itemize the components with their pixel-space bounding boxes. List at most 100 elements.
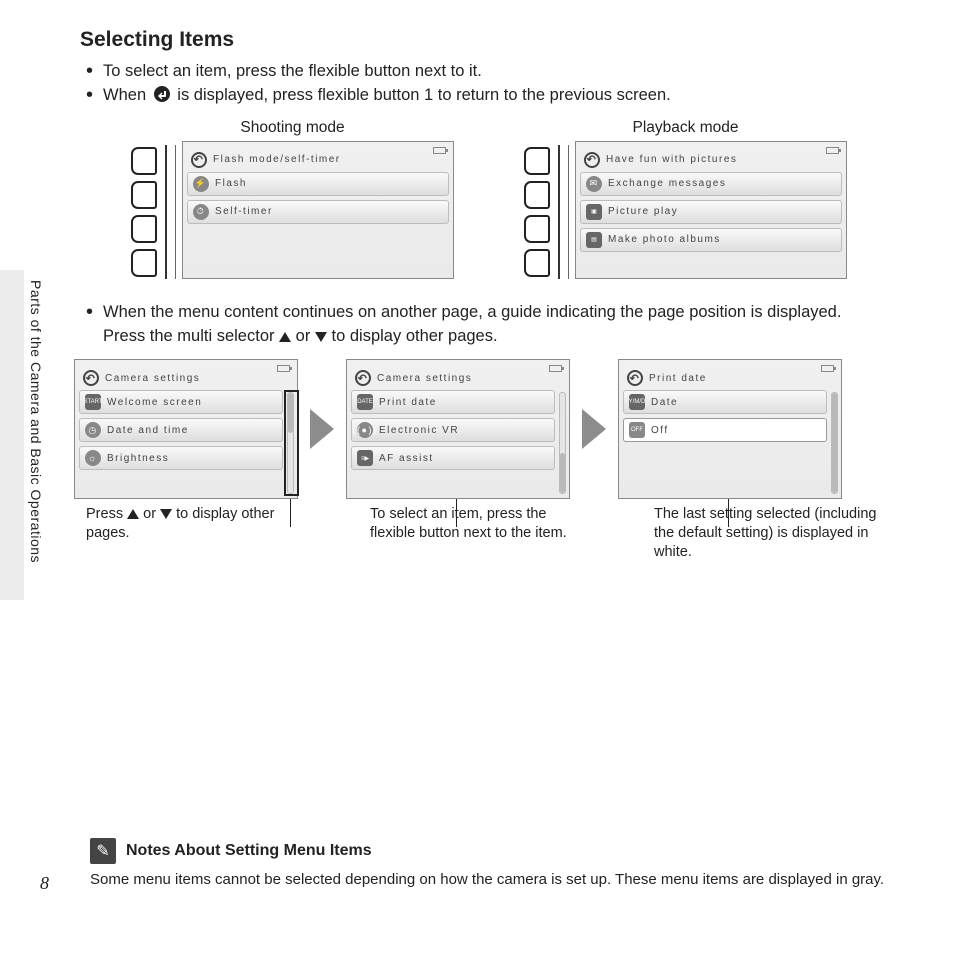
callout-line [290,499,291,527]
bullet-text-part: or [296,327,315,345]
bullet-item: When is displayed, press flexible button… [80,84,898,106]
battery-icon [826,147,839,154]
album-icon: ▤ [586,232,602,248]
ymd-icon: Y/M/D [629,394,645,410]
flexible-button-2[interactable] [524,181,550,209]
menu-item-date-time[interactable]: ◷ Date and time [79,418,283,442]
menu-header-text: Flash mode/self-timer [213,154,341,165]
page-title: Selecting Items [80,28,898,52]
caption-2: To select an item, press the flexible bu… [370,505,594,562]
menu-item-label: Print date [379,397,437,408]
picture-icon: ▣ [586,204,602,220]
lcd-screen-playback: ↶ Have fun with pictures ✉ Exchange mess… [575,141,847,279]
back-icon[interactable]: ↶ [584,152,600,168]
lcd-screen-settings-3: ↶ Print date Y/M/D Date OFF Off [618,359,842,499]
bullet-item: To select an item, press the flexible bu… [80,60,898,82]
camera-edge [175,145,176,279]
menu-item-label: Self-timer [215,206,273,217]
back-icon[interactable]: ↶ [83,370,99,386]
menu-item-self-timer[interactable]: ⏱ Self-timer [187,200,449,224]
camera-edge [558,145,560,279]
battery-icon [433,147,446,154]
menu-item-af-assist[interactable]: ≡▶ AF assist [351,446,555,470]
menu-item-picture-play[interactable]: ▣ Picture play [580,200,842,224]
caption-3: The last setting selected (including the… [654,505,878,562]
flexible-buttons-left [524,141,550,277]
down-arrow-icon [160,509,172,519]
menu-item-date[interactable]: Y/M/D Date [623,390,827,414]
camera-edge [568,145,569,279]
camera-edge [165,145,167,279]
timer-icon: ⏱ [193,204,209,220]
vr-icon: ((●)) [357,422,373,438]
back-icon[interactable]: ↶ [191,152,207,168]
menu-item-label: Picture play [608,206,678,217]
scroll-track[interactable] [831,392,838,494]
side-tab [0,270,24,600]
scroll-thumb[interactable] [832,393,837,493]
flexible-button-3[interactable] [524,215,550,243]
scroll-track[interactable] [559,392,566,494]
bullet-text: To select an item, press the flexible bu… [103,60,482,82]
menu-item-electronic-vr[interactable]: ((●)) Electronic VR [351,418,555,442]
start-icon: START [85,394,101,410]
arrow-right-icon [310,409,334,449]
menu-item-welcome[interactable]: START Welcome screen [79,390,283,414]
bullet-text: When the menu content continues on anoth… [103,301,841,323]
bullet-text-part: When [103,86,151,104]
lcd-screen-shooting: ↶ Flash mode/self-timer ⚡ Flash ⏱ Self-t… [182,141,454,279]
menu-item-label: Brightness [107,453,169,464]
menu-item-label: AF assist [379,453,434,464]
flexible-button-4[interactable] [131,249,157,277]
back-icon [153,85,171,103]
flexible-button-2[interactable] [131,181,157,209]
menu-item-label: Off [651,425,669,436]
battery-icon [549,365,562,372]
back-icon[interactable]: ↶ [355,370,371,386]
flexible-buttons-left [131,141,157,277]
scroll-thumb[interactable] [288,393,293,433]
intro-bullets: To select an item, press the flexible bu… [80,60,898,107]
callout-line [456,499,457,527]
menu-header-text: Have fun with pictures [606,154,737,165]
caption-1: Press or to display other pages. [86,505,310,562]
menu-item-albums[interactable]: ▤ Make photo albums [580,228,842,252]
scroll-thumb[interactable] [560,453,565,493]
flexible-button-1[interactable] [131,147,157,175]
flexible-button-3[interactable] [131,215,157,243]
lcd-screen-settings-1: ↶ Camera settings START Welcome screen ◷… [74,359,298,499]
menu-header-text: Camera settings [105,373,200,384]
back-icon[interactable]: ↶ [627,370,643,386]
bullet-item: When the menu content continues on anoth… [80,301,898,348]
menu-header-text: Camera settings [377,373,472,384]
page-number: 8 [40,873,49,894]
callout-line [728,499,729,527]
menu-item-label: Make photo albums [608,234,721,245]
down-arrow-icon [315,332,327,342]
menu-item-brightness[interactable]: ☼ Brightness [79,446,283,470]
date-icon: DATE [357,394,373,410]
flexible-button-4[interactable] [524,249,550,277]
up-arrow-icon [127,509,139,519]
menu-item-label: Welcome screen [107,397,202,408]
menu-item-label: Electronic VR [379,425,459,436]
menu-item-off[interactable]: OFF Off [623,418,827,442]
up-arrow-icon [279,332,291,342]
notes-body: Some menu items cannot be selected depen… [90,870,898,890]
menu-item-label: Exchange messages [608,178,726,189]
menu-item-flash[interactable]: ⚡ Flash [187,172,449,196]
bullet-text-part: is displayed, press flexible button 1 to… [177,86,670,104]
brightness-icon: ☼ [85,450,101,466]
menu-item-label: Date [651,397,678,408]
flexible-button-1[interactable] [524,147,550,175]
menu-item-print-date[interactable]: DATE Print date [351,390,555,414]
flash-icon: ⚡ [193,176,209,192]
off-icon: OFF [629,422,645,438]
screen-label-shooting: Shooting mode [240,119,344,137]
arrow-right-icon [582,409,606,449]
scroll-track[interactable] [287,392,294,494]
menu-item-exchange[interactable]: ✉ Exchange messages [580,172,842,196]
notes-title: Notes About Setting Menu Items [126,842,372,860]
menu-item-label: Flash [215,178,247,189]
caption-text: or [143,506,160,522]
